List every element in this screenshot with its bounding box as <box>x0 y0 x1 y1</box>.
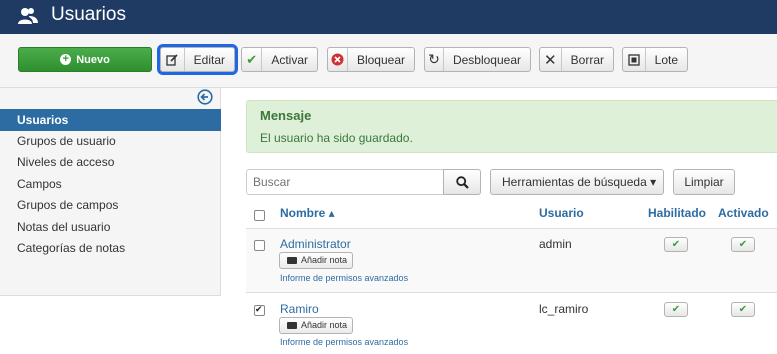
column-header-enabled[interactable]: Habilitado <box>648 206 706 220</box>
new-button[interactable]: + Nuevo <box>18 47 152 72</box>
check-icon: ✔ <box>242 48 263 71</box>
block-button[interactable]: Bloquear <box>327 47 415 72</box>
search-icon <box>455 175 469 189</box>
block-button-label: Bloquear <box>356 52 405 67</box>
sidebar-item-access-levels[interactable]: Niveles de acceso <box>0 151 221 173</box>
enabled-toggle[interactable]: ✔ <box>664 237 688 252</box>
user-name-link[interactable]: Administrator <box>280 237 351 251</box>
sidebar-item-user-notes[interactable]: Notas del usuario <box>0 216 221 238</box>
sidebar-item-user-groups[interactable]: Grupos de usuario <box>0 130 221 152</box>
block-icon <box>328 48 348 71</box>
sidebar-item-fields[interactable]: Campos <box>0 173 221 195</box>
batch-icon <box>623 48 646 71</box>
delete-button[interactable]: ✕ Borrar <box>539 47 614 72</box>
success-message: Mensaje El usuario ha sido guardado. <box>246 100 777 153</box>
edit-icon <box>161 48 185 71</box>
enabled-toggle[interactable]: ✔ <box>664 302 688 317</box>
page-header: Usuarios <box>0 0 777 34</box>
search-input[interactable] <box>246 169 444 195</box>
add-note-label: Añadir nota <box>301 255 348 265</box>
edit-button-label: Editar <box>193 52 225 67</box>
add-note-label: Añadir nota <box>301 320 348 330</box>
edit-button[interactable]: Editar <box>157 44 238 75</box>
search-button[interactable] <box>443 169 481 195</box>
column-header-activated[interactable]: Activado <box>718 206 769 220</box>
new-button-label: Nuevo <box>76 53 110 66</box>
activated-toggle[interactable]: ✔ <box>731 302 755 317</box>
close-icon: ✕ <box>540 48 562 71</box>
check-icon: ✔ <box>738 304 748 315</box>
column-header-username[interactable]: Usuario <box>539 206 584 220</box>
unblock-button[interactable]: ↻ Desbloquear <box>424 47 531 72</box>
unblock-button-label: Desbloquear <box>452 52 521 67</box>
row-checkbox[interactable] <box>254 304 265 316</box>
search-tools-button[interactable]: Herramientas de búsqueda ▾ <box>490 169 664 195</box>
username-cell: admin <box>539 237 572 251</box>
delete-button-label: Borrar <box>570 52 604 67</box>
sidebar-item-field-groups[interactable]: Grupos de campos <box>0 194 221 216</box>
check-icon: ✔ <box>671 239 681 250</box>
batch-button-label: Lote <box>654 52 678 67</box>
column-header-name[interactable]: Nombre ▴ <box>280 206 335 220</box>
activate-button-label: Activar <box>271 52 308 67</box>
message-title: Mensaje <box>260 108 312 123</box>
batch-button[interactable]: Lote <box>622 47 688 72</box>
page-title: Usuarios <box>51 4 126 25</box>
add-note-button[interactable]: Añadir nota <box>279 252 353 269</box>
clear-button[interactable]: Limpiar <box>673 169 735 195</box>
select-all-checkbox[interactable] <box>254 210 265 221</box>
sidebar-item-note-categories[interactable]: Categorías de notas <box>0 237 221 259</box>
users-icon <box>18 8 38 24</box>
message-body: El usuario ha sido guardado. <box>260 131 413 145</box>
collapse-sidebar-icon[interactable] <box>197 89 213 105</box>
check-icon: ✔ <box>671 304 681 315</box>
refresh-icon: ↻ <box>425 48 444 71</box>
activated-toggle[interactable]: ✔ <box>731 237 755 252</box>
permissions-report-link[interactable]: Informe de permisos avanzados <box>280 337 408 347</box>
sidebar-item-users[interactable]: Usuarios <box>0 109 221 131</box>
toolbar: + Nuevo Editar ✔ Activar Bloquear ↻ Desb… <box>0 34 777 88</box>
check-icon: ✔ <box>738 239 748 250</box>
note-icon <box>287 322 297 329</box>
username-cell: lc_ramiro <box>539 302 589 316</box>
row-checkbox[interactable] <box>254 240 265 251</box>
note-icon <box>287 257 297 264</box>
add-note-button[interactable]: Añadir nota <box>279 317 353 334</box>
activate-button[interactable]: ✔ Activar <box>241 47 318 72</box>
plus-circle-icon: + <box>60 54 72 65</box>
permissions-report-link[interactable]: Informe de permisos avanzados <box>280 273 408 283</box>
user-name-link[interactable]: Ramiro <box>280 302 319 316</box>
